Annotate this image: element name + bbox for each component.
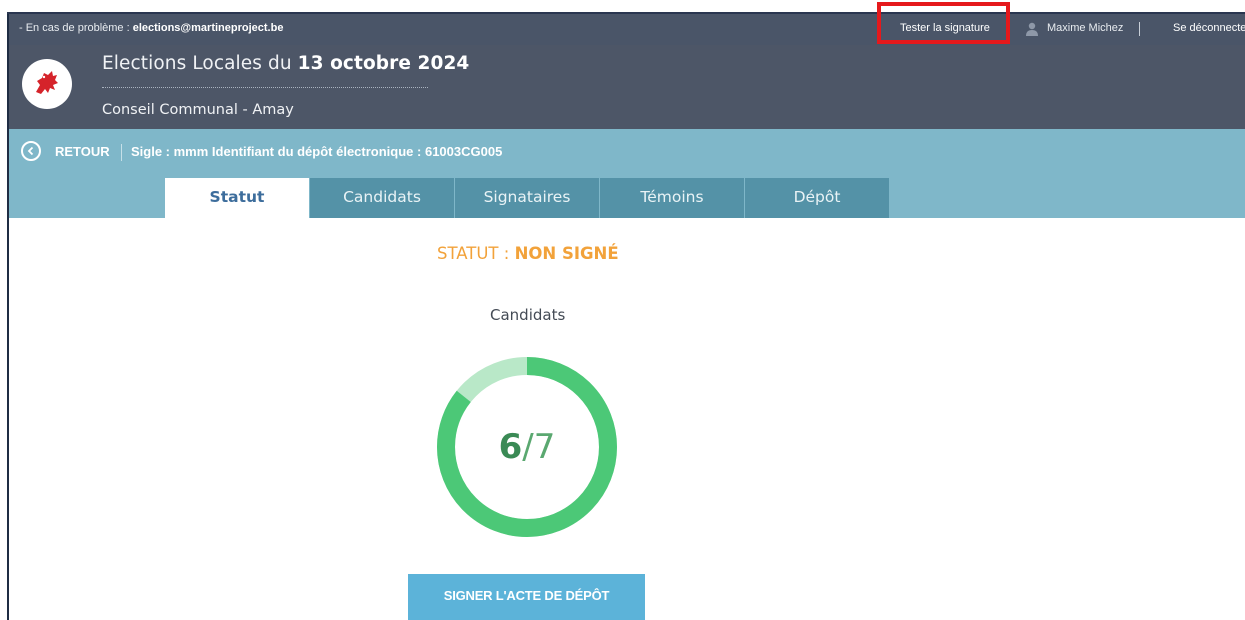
page-title: Elections Locales du 13 octobre 2024 [102, 53, 469, 74]
back-arrow-icon [21, 141, 41, 161]
contact-prefix: - En cas de problème : [19, 22, 133, 34]
logout-link[interactable]: Se déconnecter [1173, 14, 1245, 43]
top-bar: - En cas de problème : elections@martine… [9, 14, 1245, 45]
count-separator: / [522, 427, 534, 467]
test-signature-link[interactable]: Tester la signature [900, 14, 990, 43]
info-bar: RETOUR Sigle : mmm Identifiant du dépôt … [9, 129, 1245, 218]
page-subtitle: Conseil Communal - Amay [102, 102, 294, 118]
candidates-done: 6 [498, 427, 523, 467]
title-prefix: Elections Locales du [102, 53, 298, 74]
tab-depot[interactable]: Dépôt [745, 178, 889, 218]
status-heading: STATUT : NON SIGNÉ [437, 244, 619, 263]
contact-email[interactable]: elections@martineproject.be [133, 22, 284, 34]
status-prefix: STATUT : [437, 244, 515, 263]
candidates-label: Candidats [490, 306, 566, 324]
candidates-total: 7 [533, 427, 556, 467]
contact-info: - En cas de problème : elections@martine… [19, 14, 283, 43]
page-header: Elections Locales du 13 octobre 2024 Con… [9, 45, 1245, 129]
title-divider [102, 87, 428, 88]
deposit-identifier: Sigle : mmm Identifiant du dépôt électro… [131, 144, 503, 159]
election-date: 13 octobre 2024 [297, 53, 470, 74]
user-icon [1026, 22, 1038, 36]
tab-temoins[interactable]: Témoins [600, 178, 744, 218]
tab-signataires[interactable]: Signataires [455, 178, 599, 218]
back-label: RETOUR [55, 144, 110, 159]
sign-deposit-button[interactable]: SIGNER L'ACTE DE DÉPÔT [408, 574, 645, 620]
topbar-divider [1139, 22, 1140, 36]
tab-statut[interactable]: Statut [165, 178, 309, 218]
user-name[interactable]: Maxime Michez [1047, 14, 1123, 43]
tab-candidats[interactable]: Candidats [310, 178, 454, 218]
wallonia-rooster-logo [22, 59, 72, 109]
candidates-count: 6/7 [436, 356, 618, 538]
infobar-divider [121, 144, 122, 161]
status-value: NON SIGNÉ [514, 244, 619, 263]
